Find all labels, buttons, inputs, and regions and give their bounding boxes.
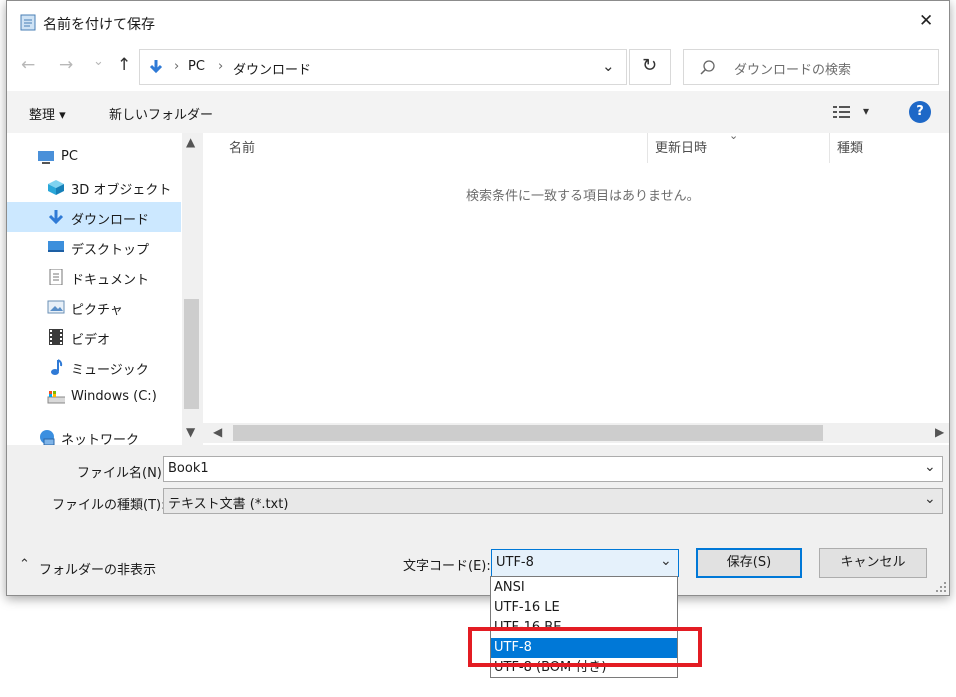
command-toolbar: 整理 ▾ 新しいフォルダー ▾ ? — [7, 91, 949, 133]
navigation-scrollbar[interactable]: ▲ ▼ — [182, 133, 201, 445]
forward-icon[interactable]: → — [59, 55, 73, 75]
dialog-title: 名前を付けて保存 — [43, 17, 155, 33]
sidebar-item-label: ビデオ — [71, 333, 111, 348]
sidebar-item-downloads[interactable]: ダウンロード — [7, 202, 181, 232]
filetype-value: テキスト文書 (*.txt) — [168, 497, 289, 512]
search-placeholder: ダウンロードの検索 — [734, 63, 852, 78]
download-icon — [149, 60, 163, 74]
sidebar-item-pc[interactable]: PC — [7, 142, 181, 172]
address-bar[interactable]: › PC › ダウンロード ⌄ — [139, 49, 627, 85]
sidebar-item-label: ミュージック — [71, 363, 149, 378]
video-icon — [49, 329, 63, 345]
pictures-icon — [47, 300, 65, 314]
breadcrumb-pc[interactable]: PC — [188, 59, 205, 74]
sidebar-item-label: ダウンロード — [71, 213, 150, 228]
filetype-label: ファイルの種類(T): — [52, 498, 166, 513]
pc-icon — [38, 151, 54, 164]
column-header-type[interactable]: 種類 — [837, 137, 863, 163]
encoding-label: 文字コード(E): — [403, 559, 491, 574]
horizontal-scrollbar[interactable]: ◀ ▶ — [203, 423, 949, 443]
column-divider — [647, 133, 648, 163]
up-icon[interactable]: ↑ — [117, 55, 131, 75]
scroll-down-icon[interactable]: ▼ — [186, 425, 195, 439]
scrollbar-thumb[interactable] — [233, 425, 823, 441]
notepad-icon — [20, 14, 36, 31]
view-options-icon[interactable] — [833, 105, 851, 119]
save-form: ファイル名(N): Book1 ⌄ ファイルの種類(T): テキスト文書 (*.… — [7, 445, 949, 595]
3d-objects-icon — [48, 180, 64, 195]
scroll-right-icon[interactable]: ▶ — [935, 425, 944, 439]
encoding-option-ansi[interactable]: ANSI — [491, 578, 677, 598]
desktop-icon — [48, 241, 64, 252]
sidebar-item-3d-objects[interactable]: 3D オブジェクト — [7, 172, 181, 202]
search-icon — [700, 60, 715, 75]
save-as-dialog: 名前を付けて保存 ✕ ← → ⌄ ↑ › PC › ダウンロード ⌄ ↻ ダウン… — [6, 0, 950, 596]
view-dropdown-icon[interactable]: ▾ — [863, 104, 869, 118]
sidebar-item-pictures[interactable]: ピクチャ — [7, 292, 181, 322]
cancel-button[interactable]: キャンセル — [819, 548, 927, 578]
document-icon — [49, 269, 63, 285]
sidebar-item-music[interactable]: ミュージック — [7, 352, 181, 382]
scroll-up-icon[interactable]: ▲ — [186, 135, 195, 149]
breadcrumb-separator: › — [218, 59, 224, 74]
empty-message: 検索条件に一致する項目はありません。 — [466, 189, 700, 204]
sidebar-item-label: PC — [61, 149, 78, 164]
sidebar-item-videos[interactable]: ビデオ — [7, 322, 181, 352]
sort-chevron-icon: ⌄ — [729, 129, 739, 142]
sidebar-item-label: Windows (C:) — [71, 389, 157, 404]
refresh-button[interactable]: ↻ — [629, 49, 671, 85]
sidebar-item-windows-drive[interactable]: Windows (C:) — [7, 382, 181, 412]
sidebar-item-documents[interactable]: ドキュメント — [7, 262, 181, 292]
chevron-up-icon[interactable]: ⌃ — [19, 557, 30, 572]
help-icon[interactable]: ? — [909, 101, 931, 123]
filetype-select[interactable]: テキスト文書 (*.txt) ⌄ — [163, 488, 943, 514]
filetype-dropdown-icon[interactable]: ⌄ — [924, 491, 936, 507]
filename-dropdown-icon[interactable]: ⌄ — [924, 459, 936, 475]
scrollbar-thumb[interactable] — [184, 299, 199, 409]
close-icon[interactable]: ✕ — [919, 11, 933, 31]
sidebar-item-label: ドキュメント — [71, 273, 150, 288]
hide-folders-button[interactable]: フォルダーの非表示 — [39, 559, 156, 578]
save-button[interactable]: 保存(S) — [696, 548, 802, 578]
scroll-left-icon[interactable]: ◀ — [213, 425, 222, 439]
encoding-value: UTF-8 — [496, 555, 534, 570]
recent-locations-icon[interactable]: ⌄ — [93, 54, 104, 69]
filename-value: Book1 — [168, 461, 209, 476]
download-icon — [48, 210, 64, 225]
title-bar: 名前を付けて保存 ✕ — [7, 1, 949, 43]
back-icon[interactable]: ← — [21, 55, 35, 75]
encoding-dropdown-icon[interactable]: ⌄ — [660, 553, 672, 569]
encoding-option-utf16le[interactable]: UTF-16 LE — [491, 598, 677, 618]
sidebar-item-label: デスクトップ — [71, 243, 150, 258]
file-list[interactable]: 名前 更新日時 ⌄ 種類 検索条件に一致する項目はありません。 ◀ ▶ — [203, 129, 949, 445]
column-header-name[interactable]: 名前 — [229, 137, 255, 163]
drive-icon — [47, 391, 65, 404]
search-input[interactable]: ダウンロードの検索 — [683, 49, 939, 85]
refresh-icon: ↻ — [642, 55, 658, 76]
filename-label: ファイル名(N): — [77, 466, 167, 481]
address-dropdown-icon[interactable]: ⌄ — [602, 57, 615, 75]
new-folder-button[interactable]: 新しいフォルダー — [109, 104, 213, 123]
navigation-bar: ← → ⌄ ↑ › PC › ダウンロード ⌄ ↻ ダウンロードの検索 — [7, 43, 949, 91]
sidebar-item-desktop[interactable]: デスクトップ — [7, 232, 181, 262]
resize-grip-icon[interactable] — [935, 581, 947, 593]
navigation-pane: PC 3D オブジェクト ダウンロード デスクトップ ドキュメント ピクチャ ビ… — [7, 133, 201, 448]
column-header-modified[interactable]: 更新日時 — [655, 137, 707, 163]
music-icon — [51, 359, 63, 375]
sidebar-item-label: 3D オブジェクト — [71, 183, 172, 198]
filename-input[interactable]: Book1 ⌄ — [163, 456, 943, 482]
help-glyph: ? — [916, 104, 924, 119]
column-divider — [829, 133, 830, 163]
breadcrumb-downloads[interactable]: ダウンロード — [233, 59, 311, 78]
network-icon — [40, 430, 55, 445]
organize-button[interactable]: 整理 ▾ — [29, 104, 66, 123]
sidebar-item-label: ピクチャ — [71, 303, 123, 318]
highlight-annotation — [468, 627, 702, 667]
breadcrumb-separator: › — [174, 59, 180, 74]
encoding-select[interactable]: UTF-8 ⌄ — [491, 549, 679, 577]
